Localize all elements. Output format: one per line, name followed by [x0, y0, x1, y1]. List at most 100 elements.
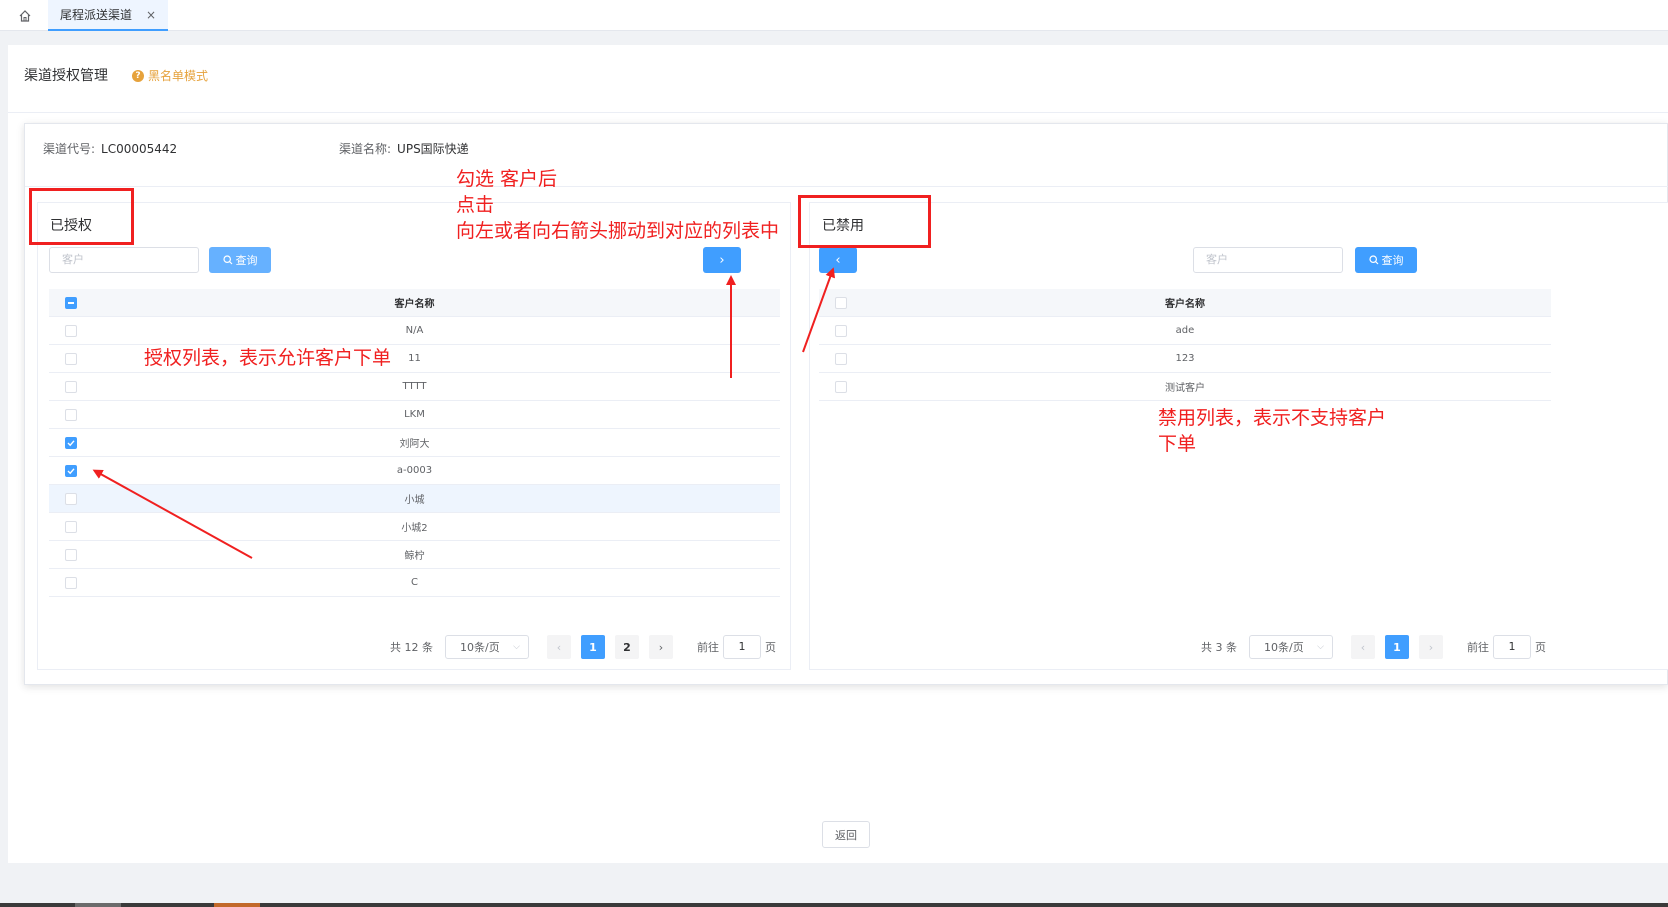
- page-size-value: 10条/页: [1264, 641, 1304, 654]
- taskbar-item: [214, 903, 260, 907]
- disabled-panel: 已禁用 ‹ 客户 查询 客户名称 ade 123 测试客户 共 3 条 10条/页 ⌵…: [809, 202, 1668, 670]
- table-row[interactable]: 123: [819, 345, 1551, 373]
- tab-bar: 尾程派送渠道 ×: [0, 0, 1668, 31]
- channel-code: 渠道代号: LC00005442: [43, 140, 177, 157]
- table-row[interactable]: 鲸柠: [49, 541, 780, 569]
- table-row[interactable]: TTTT: [49, 373, 780, 401]
- page-title: 渠道授权管理: [24, 68, 108, 84]
- table-row[interactable]: C: [49, 569, 780, 597]
- authorized-query-button[interactable]: 查询: [209, 247, 271, 273]
- page-1-button[interactable]: 1: [581, 635, 605, 659]
- authorized-panel: 已授权 客户 查询 › 客户名称 N/A 11 TTTT LKM 刘阿大 a-0003 小城…: [37, 202, 791, 670]
- goto-input[interactable]: 1: [1493, 635, 1531, 659]
- mode-label: 黑名单模式: [148, 69, 209, 83]
- annotation-box-disabled: [798, 195, 931, 248]
- search-icon: [222, 255, 232, 265]
- authorized-table: 客户名称 N/A 11 TTTT LKM 刘阿大 a-0003 小城 小城2 鲸柠 C: [49, 289, 780, 597]
- table-row[interactable]: 小城2: [49, 513, 780, 541]
- row-checkbox[interactable]: [835, 353, 847, 365]
- customer-name: 小城2: [401, 523, 428, 534]
- annotation-box-authorized: [29, 188, 134, 245]
- mode-indicator: ? 黑名单模式: [132, 67, 208, 84]
- row-checkbox[interactable]: [835, 381, 847, 393]
- row-checkbox[interactable]: [65, 521, 77, 533]
- customer-name: 刘阿大: [399, 439, 430, 450]
- move-left-button[interactable]: ‹: [819, 247, 857, 273]
- annotation-instruction-3: 向左或者向右箭头挪动到对应的列表中: [456, 220, 780, 242]
- goto-label: 前往: [1467, 641, 1489, 654]
- customer-name: LKM: [404, 409, 425, 420]
- disabled-search-input[interactable]: 客户: [1193, 247, 1343, 273]
- back-button[interactable]: 返回: [822, 821, 870, 848]
- search-icon: [1368, 255, 1378, 265]
- page-size-value: 10条/页: [460, 641, 500, 654]
- page-size-select[interactable]: 10条/页 ⌵: [1249, 635, 1333, 659]
- goto-input[interactable]: 1: [723, 635, 761, 659]
- select-all-checkbox[interactable]: [835, 297, 847, 309]
- table-row[interactable]: 刘阿大: [49, 429, 780, 457]
- next-page-button[interactable]: ›: [649, 635, 673, 659]
- channel-name-label: 渠道名称:: [339, 142, 392, 156]
- page-header: 渠道授权管理 ? 黑名单模式: [8, 45, 1668, 113]
- row-checkbox[interactable]: [65, 325, 77, 337]
- channel-code-label: 渠道代号:: [43, 142, 96, 156]
- customer-name: C: [411, 577, 418, 588]
- row-checkbox[interactable]: [65, 549, 77, 561]
- row-checkbox[interactable]: [65, 409, 77, 421]
- row-checkbox[interactable]: [65, 353, 77, 365]
- table-row[interactable]: N/A: [49, 317, 780, 345]
- customer-name: 小城: [404, 495, 425, 506]
- total-count: 共 12 条: [390, 641, 433, 654]
- query-label: 查询: [1381, 254, 1404, 267]
- query-label: 查询: [235, 254, 258, 267]
- table-row[interactable]: ade: [819, 317, 1551, 345]
- row-checkbox[interactable]: [835, 325, 847, 337]
- row-checkbox[interactable]: [65, 437, 77, 449]
- disabled-pagination: 共 3 条 10条/页 ⌵ ‹ 1 › 前往 1 页: [1201, 635, 1546, 659]
- page-suffix: 页: [1535, 641, 1546, 654]
- prev-page-button[interactable]: ‹: [1351, 635, 1375, 659]
- chevron-down-icon: ⌵: [513, 642, 520, 652]
- column-header: 客户名称: [394, 299, 435, 310]
- page-1-button[interactable]: 1: [1385, 635, 1409, 659]
- total-count: 共 3 条: [1201, 641, 1237, 654]
- customer-name: TTTT: [402, 381, 427, 392]
- table-row[interactable]: a-0003: [49, 457, 780, 485]
- taskbar-item: [75, 903, 121, 907]
- close-icon[interactable]: ×: [146, 8, 156, 22]
- customer-name: 123: [1175, 353, 1195, 364]
- chevron-down-icon: ⌵: [1317, 642, 1324, 652]
- authorized-search-input[interactable]: 客户: [49, 247, 199, 273]
- disabled-query-button[interactable]: 查询: [1355, 247, 1417, 273]
- chevron-right-icon: ›: [719, 252, 725, 268]
- move-right-button[interactable]: ›: [703, 247, 741, 273]
- row-checkbox[interactable]: [65, 577, 77, 589]
- customer-name: ade: [1175, 325, 1195, 336]
- annotation-right-note-2: 下单: [1158, 433, 1197, 455]
- table-row[interactable]: LKM: [49, 401, 780, 429]
- table-header: 客户名称: [49, 289, 780, 317]
- page-suffix: 页: [765, 641, 776, 654]
- page-2-button[interactable]: 2: [615, 635, 639, 659]
- table-header: 客户名称: [819, 289, 1551, 317]
- customer-name: a-0003: [396, 465, 433, 476]
- page-size-select[interactable]: 10条/页 ⌵: [445, 635, 529, 659]
- annotation-instruction-2: 点击: [456, 194, 495, 216]
- chevron-left-icon: ‹: [835, 252, 841, 268]
- row-checkbox[interactable]: [65, 381, 77, 393]
- bottom-strip: [0, 863, 1668, 907]
- customer-name: 测试客户: [1165, 383, 1205, 394]
- next-page-button[interactable]: ›: [1419, 635, 1443, 659]
- table-row[interactable]: 测试客户: [819, 373, 1551, 401]
- prev-page-button[interactable]: ‹: [547, 635, 571, 659]
- select-all-checkbox[interactable]: [65, 297, 77, 309]
- table-row[interactable]: 小城: [49, 485, 780, 513]
- row-checkbox[interactable]: [65, 493, 77, 505]
- tab-last-mile-channel[interactable]: 尾程派送渠道 ×: [48, 0, 169, 31]
- home-icon[interactable]: [14, 6, 36, 26]
- customer-name: 鲸柠: [404, 551, 425, 562]
- row-checkbox[interactable]: [65, 465, 77, 477]
- channel-code-value: LC00005442: [101, 142, 178, 156]
- customer-name: N/A: [405, 325, 424, 336]
- column-header: 客户名称: [1165, 299, 1205, 310]
